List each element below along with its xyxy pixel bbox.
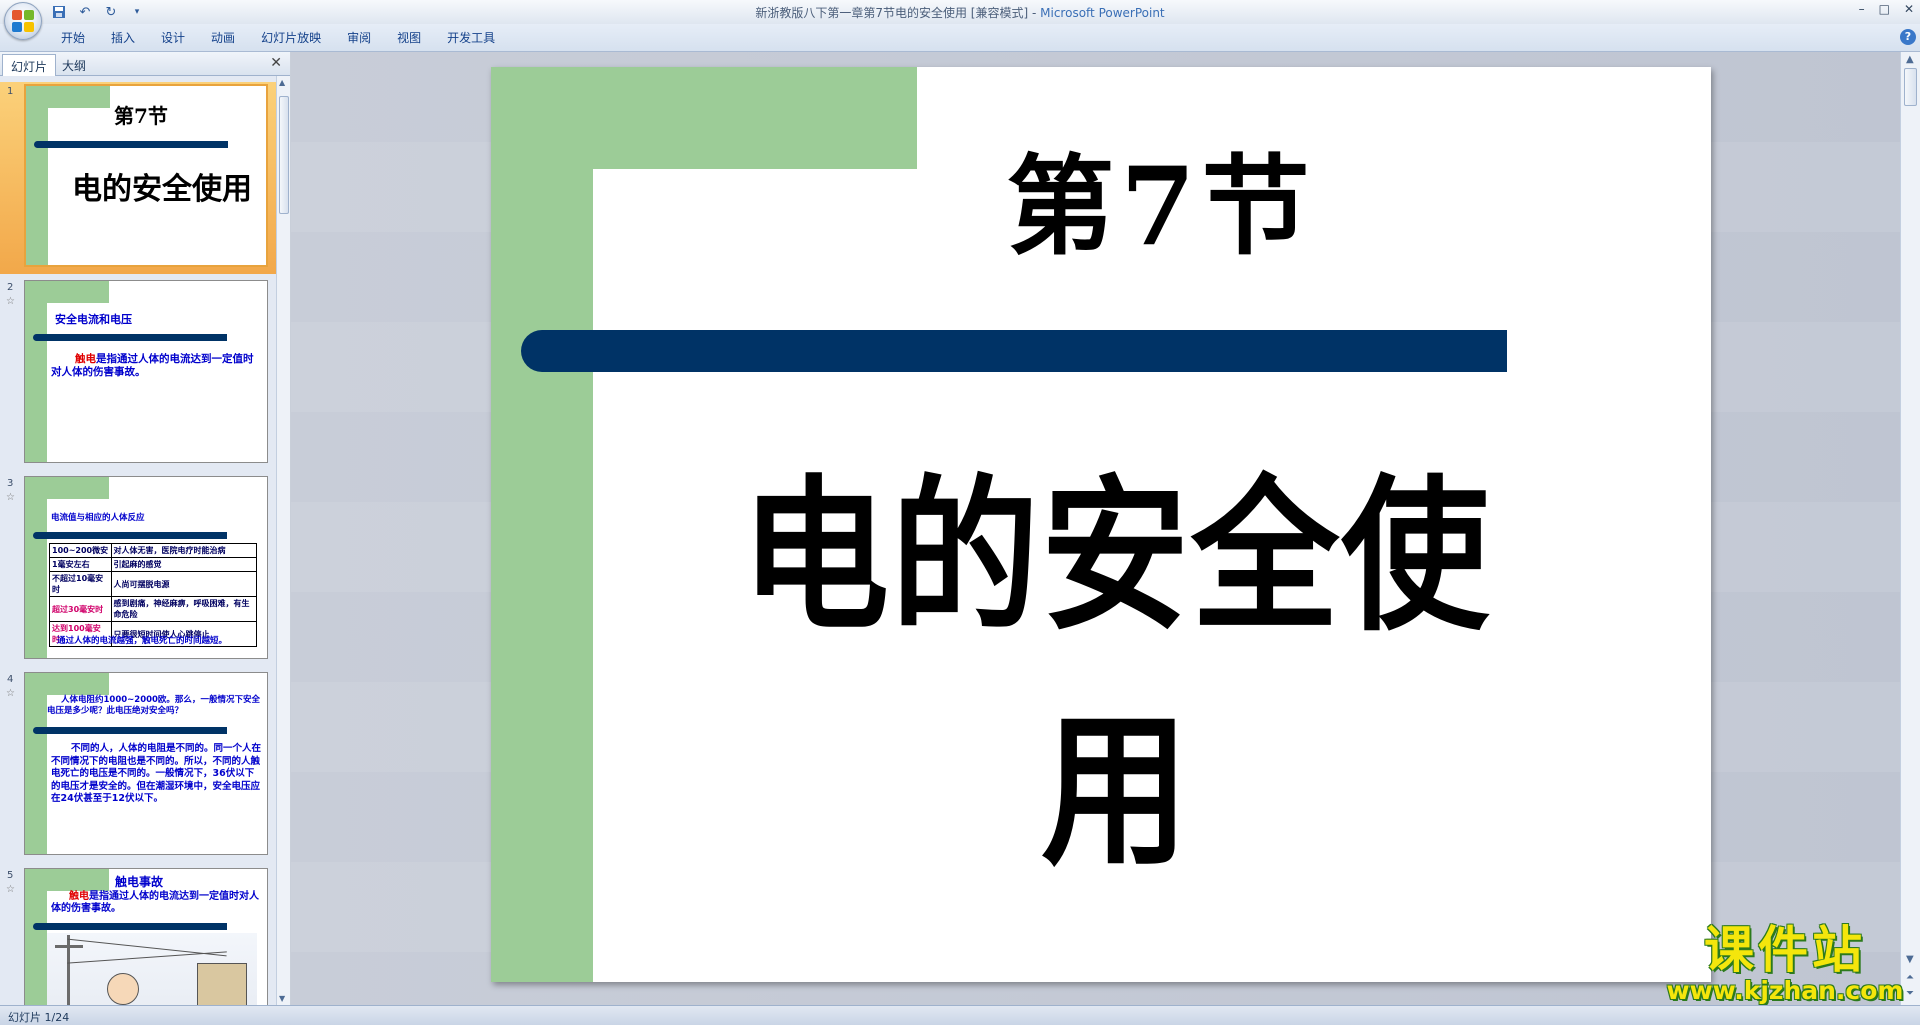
animation-star-icon: ☆ [6,884,15,895]
animation-star-icon: ☆ [6,688,15,699]
slide-subtitle[interactable]: 电的安全使用 [721,439,1511,909]
table-cell: 感到剧痛，神经麻痹，呼吸困难，有生命危险 [110,596,258,622]
table-row: 超过30毫安时 感到剧痛，神经麻痹，呼吸困难，有生命危险 [49,596,258,622]
thumb-heading: 安全电流和电压 [55,313,132,326]
thumbnail-preview: 电流值与相应的人体反应 100~200微安 对人体无害，医院电疗时能治病 1毫安左… [24,476,268,659]
table-cell: 对人体无害，医院电疗时能治病 [110,543,258,558]
slide-number: 4 [7,674,14,685]
tab-home[interactable]: 开始 [48,30,98,46]
thumb-heading: 触电事故 [115,875,164,889]
thumbnail-preview: 触电事故 触电是指通过人体的电流达到一定值时对人体的伤害事故。 [24,868,268,1005]
slide-counter: 幻灯片 1/24 [8,1011,70,1024]
tab-insert[interactable]: 插入 [98,30,148,46]
table-cell: 超过30毫安时 [49,596,112,622]
watermark-logo: 课件站 www.kjzhan.com [1665,922,1905,1008]
next-slide-icon[interactable]: ⏷ [1906,988,1914,999]
tab-view[interactable]: 视图 [384,30,434,46]
tab-developer[interactable]: 开发工具 [434,30,508,46]
thumb-footer: 通过人体的电流越强，触电死亡的时间越短。 [57,636,228,646]
office-logo-icon [12,10,34,32]
thumb-cartoon-image [47,933,257,1005]
slide-number: 5 [7,870,14,881]
status-bar: 幻灯片 1/24 [0,1005,1920,1025]
thumb-body: 触电是指通过人体的电流达到一定值时对人体的伤害事故。 [51,891,263,915]
slide-number: 1 [7,86,14,97]
tab-animation[interactable]: 动画 [198,30,248,46]
thumb-subtitle: 电的安全使用 [72,172,252,207]
slide-green-band-left [491,67,593,982]
previous-slide-icon[interactable]: ⏶ [1906,972,1914,983]
animation-star-icon: ☆ [6,492,15,503]
main-scrollbar[interactable]: ▲ ▼ ⏶ ⏷ [1900,52,1920,1005]
table-cell: 引起麻的感觉 [110,557,258,572]
ribbon-tab-list: 开始 插入 设计 动画 幻灯片放映 审阅 视图 开发工具 [48,30,508,46]
tab-design[interactable]: 设计 [148,30,198,46]
current-slide[interactable]: 第7节 电的安全使用 [491,67,1711,982]
thumbnail-scrollbar[interactable]: ▲ ▼ [276,76,290,1005]
slide-thumbnail-4[interactable]: 4 ☆ 人体电阻约1000~2000欧。那么，一般情况下安全电压是多少呢？此电压… [0,670,276,862]
slide-number: 3 [7,478,14,489]
watermark-url: www.kjzhan.com [1666,976,1904,1005]
tab-outline[interactable]: 大纲 [54,54,94,76]
scroll-up-icon[interactable]: ▲ [279,78,285,87]
table-cell: 不超过10毫安时 [49,571,112,597]
thumb-question: 人体电阻约1000~2000欧。那么，一般情况下安全电压是多少呢？此电压绝对安全… [47,695,260,716]
scrollbar-handle[interactable] [1904,68,1917,106]
table-row: 不超过10毫安时 人尚可摆脱电源 [49,571,258,597]
tab-review[interactable]: 审阅 [334,30,384,46]
table-cell: 1毫安左右 [49,557,112,572]
slide-thumbnail-1[interactable]: 1 第7节 电的安全使用 [0,82,276,274]
document-title: 新浙教版八下第一章第7节电的安全使用 [兼容模式] - [755,6,1041,20]
close-button[interactable]: ✕ [1904,2,1914,16]
pane-tab-bar: 幻灯片 大纲 ✕ [0,52,290,76]
thumbnail-preview: 第7节 电的安全使用 [24,84,268,267]
close-pane-icon[interactable]: ✕ [270,55,282,71]
maximize-button[interactable]: □ [1879,2,1890,16]
title-bar: ↶ ↻ ▾ 新浙教版八下第一章第7节电的安全使用 [兼容模式] - Micros… [0,0,1920,40]
thumbnail-preview: 安全电流和电压 触电是指通过人体的电流达到一定值时对人体的伤害事故。 [24,280,268,463]
thumb-title: 第7节 [114,104,168,128]
slide-rounded-corner [593,169,773,329]
slide-thumbnail-3[interactable]: 3 ☆ 电流值与相应的人体反应 100~200微安 对人体无害，医院电疗时能治病 … [0,474,276,666]
table-row: 1毫安左右 引起麻的感觉 [49,557,258,572]
minimize-button[interactable]: – [1859,2,1865,16]
slide-thumbnail-list: 1 第7节 电的安全使用 2 ☆ 安全电流和电压 触电是指通过人体的电流达到一定… [0,76,276,1005]
thumb-heading: 电流值与相应的人体反应 [51,513,145,523]
thumb-highlight: 触电 [69,891,89,902]
slide-green-band-top [491,67,917,169]
scroll-down-icon[interactable]: ▼ [279,994,285,1003]
window-controls: – □ ✕ [1859,2,1914,16]
scroll-down-icon[interactable]: ▼ [1906,954,1914,965]
animation-star-icon: ☆ [6,296,15,307]
window-title: 新浙教版八下第一章第7节电的安全使用 [兼容模式] - Microsoft Po… [0,4,1920,21]
thumb-body: 不同的人，人体的电阻是不同的。同一个人在不同情况下的电阻也是不同的。所以，不同的… [51,743,262,804]
tab-slides[interactable]: 幻灯片 [2,54,57,76]
table-cell: 100~200微安 [49,543,112,558]
slides-pane: 幻灯片 大纲 ✕ 1 第7节 电的安全使用 2 ☆ 安全电流和电压 触电是指通过… [0,52,290,1005]
slide-number: 2 [7,282,14,293]
help-icon[interactable]: ? [1900,29,1916,45]
table-row: 100~200微安 对人体无害，医院电疗时能治病 [49,543,258,558]
tab-slideshow[interactable]: 幻灯片放映 [248,30,334,46]
thumb-highlight: 触电 [75,353,96,365]
scroll-up-icon[interactable]: ▲ [1906,54,1914,65]
slide-navy-bar [521,330,1507,372]
watermark-title: 课件站 [1704,921,1866,979]
thumbnail-preview: 人体电阻约1000~2000欧。那么，一般情况下安全电压是多少呢？此电压绝对安全… [24,672,268,855]
scrollbar-handle[interactable] [279,96,289,214]
slide-title[interactable]: 第7节 [911,137,1411,277]
thumb-body: 触电是指通过人体的电流达到一定值时对人体的伤害事故。 [51,353,261,379]
slide-thumbnail-5[interactable]: 5 ☆ 触电事故 触电是指通过人体的电流达到一定值时对人体的伤害事故。 [0,866,276,1005]
slide-thumbnail-2[interactable]: 2 ☆ 安全电流和电压 触电是指通过人体的电流达到一定值时对人体的伤害事故。 [0,278,276,470]
app-name: Microsoft PowerPoint [1040,6,1165,20]
ribbon: 开始 插入 设计 动画 幻灯片放映 审阅 视图 开发工具 ? [0,24,1920,52]
thumb-table: 100~200微安 对人体无害，医院电疗时能治病 1毫安左右 引起麻的感觉 不超过1… [49,543,258,647]
table-cell: 人尚可摆脱电源 [110,571,258,597]
office-button[interactable] [4,2,42,40]
